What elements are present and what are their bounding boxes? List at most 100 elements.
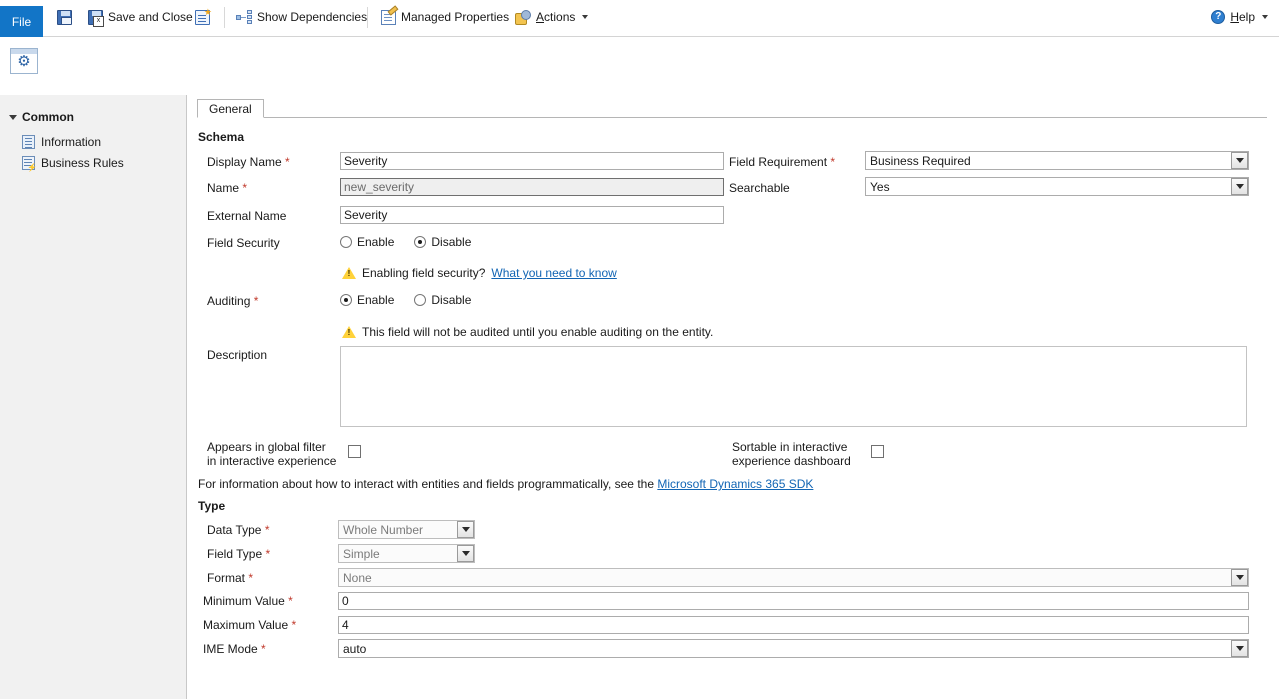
chevron-down-icon[interactable] <box>1231 152 1248 169</box>
required-asterisk: * <box>258 642 266 656</box>
chevron-down-icon[interactable] <box>1231 178 1248 195</box>
actions-menu-button[interactable]: Actions <box>512 5 591 29</box>
auditing-enable-radio[interactable]: Enable <box>340 293 394 307</box>
required-asterisk: * <box>282 155 290 169</box>
chevron-down-icon[interactable] <box>1231 640 1248 657</box>
show-dependencies-button[interactable]: Show Dependencies <box>233 5 370 29</box>
ribbon-toolbar: File Save and Close Show Dependencies Ma… <box>0 0 1279 37</box>
minimum-value-input[interactable] <box>338 592 1249 610</box>
actions-label: Actions <box>536 11 575 23</box>
managed-properties-icon <box>381 10 396 25</box>
field-security-enable-radio[interactable]: Enable <box>340 235 394 249</box>
field-security-label: Field Security <box>207 236 280 250</box>
information-icon <box>22 135 35 149</box>
file-tab[interactable]: File <box>0 6 43 37</box>
tab-label: General <box>209 102 252 116</box>
sdk-note-text: For information about how to interact wi… <box>198 477 654 491</box>
radio-dot <box>414 294 426 306</box>
maximum-value-label: Maximum Value * <box>203 618 296 632</box>
save-and-close-button[interactable]: Save and Close <box>85 5 196 29</box>
field-type-select[interactable]: Simple <box>338 544 475 563</box>
data-type-select[interactable]: Whole Number <box>338 520 475 539</box>
field-security-enable-label: Enable <box>357 235 394 249</box>
sidebar-item-label: Business Rules <box>41 156 124 170</box>
sidebar-group-common[interactable]: Common <box>9 110 74 124</box>
save-and-new-icon <box>195 10 210 25</box>
sdk-link[interactable]: Microsoft Dynamics 365 SDK <box>657 477 813 491</box>
field-security-warning: Enabling field security? What you need t… <box>342 266 617 280</box>
required-asterisk: * <box>285 594 293 608</box>
managed-properties-button[interactable]: Managed Properties <box>378 5 512 29</box>
field-security-help-link[interactable]: What you need to know <box>491 266 616 280</box>
searchable-select[interactable]: Yes <box>865 177 1249 196</box>
save-icon <box>57 10 72 25</box>
searchable-value: Yes <box>866 180 1231 194</box>
field-requirement-value: Business Required <box>866 154 1231 168</box>
radio-dot-selected <box>340 294 352 306</box>
ime-mode-select[interactable]: auto <box>338 639 1249 658</box>
chevron-down-icon[interactable] <box>457 545 474 562</box>
sidebar-group-label: Common <box>22 110 74 124</box>
sdk-note: For information about how to interact wi… <box>198 477 813 491</box>
minimum-value-label: Minimum Value * <box>203 594 293 608</box>
managed-properties-label: Managed Properties <box>401 11 509 23</box>
sortable-label: Sortable in interactive experience dashb… <box>732 440 862 468</box>
sidebar-item-business-rules[interactable]: Business Rules <box>22 153 124 172</box>
global-filter-label: Appears in global filter in interactive … <box>207 440 337 468</box>
chevron-down-icon[interactable] <box>457 521 474 538</box>
sortable-checkbox[interactable] <box>871 445 884 458</box>
description-textarea[interactable] <box>340 346 1247 427</box>
required-asterisk: * <box>262 547 270 561</box>
external-name-input[interactable] <box>340 206 724 224</box>
tab-general[interactable]: General <box>197 99 264 118</box>
auditing-enable-label: Enable <box>357 293 394 307</box>
field-security-radio-group: Enable Disable <box>340 235 471 249</box>
save-and-new-button[interactable] <box>192 5 213 29</box>
ime-mode-label: IME Mode * <box>203 642 266 656</box>
section-title-type: Type <box>198 499 225 513</box>
global-filter-checkbox[interactable] <box>348 445 361 458</box>
auditing-radio-group: Enable Disable <box>340 293 471 307</box>
field-security-disable-radio[interactable]: Disable <box>414 235 471 249</box>
field-type-label: Field Type * <box>207 547 270 561</box>
business-rules-icon <box>22 156 35 170</box>
data-type-label: Data Type * <box>207 523 270 537</box>
field-security-disable-label: Disable <box>431 235 471 249</box>
help-icon <box>1211 10 1225 24</box>
auditing-disable-radio[interactable]: Disable <box>414 293 471 307</box>
page-header: Field Severity of Ticket Working on solu… <box>0 38 1279 95</box>
data-type-value: Whole Number <box>339 523 457 537</box>
auditing-warning: This field will not be audited until you… <box>342 325 713 339</box>
warning-icon <box>342 267 356 279</box>
format-value: None <box>339 571 1231 585</box>
required-asterisk: * <box>288 618 296 632</box>
tab-strip-underline <box>197 117 1267 118</box>
required-asterisk: * <box>261 523 269 537</box>
toolbar-separator-2 <box>367 7 368 28</box>
required-asterisk: * <box>239 181 247 195</box>
field-requirement-select[interactable]: Business Required <box>865 151 1249 170</box>
auditing-warning-text: This field will not be audited until you… <box>362 325 713 339</box>
required-asterisk: * <box>245 571 253 585</box>
chevron-down-icon <box>9 115 17 120</box>
radio-dot <box>340 236 352 248</box>
chevron-down-icon <box>1262 15 1268 19</box>
sidebar-item-information[interactable]: Information <box>22 132 101 151</box>
save-and-close-icon <box>88 10 103 25</box>
sidebar: Common Information Business Rules <box>0 95 186 699</box>
chevron-down-icon <box>582 15 588 19</box>
format-label: Format * <box>207 571 253 585</box>
description-label: Description <box>207 348 267 362</box>
save-button[interactable] <box>54 5 75 29</box>
display-name-input[interactable] <box>340 152 724 170</box>
chevron-down-icon[interactable] <box>1231 569 1248 586</box>
name-input[interactable] <box>340 178 724 196</box>
external-name-label: External Name <box>207 209 286 223</box>
save-and-close-label: Save and Close <box>108 11 193 23</box>
field-type-value: Simple <box>339 547 457 561</box>
show-dependencies-label: Show Dependencies <box>257 11 367 23</box>
format-select[interactable]: None <box>338 568 1249 587</box>
maximum-value-input[interactable] <box>338 616 1249 634</box>
help-menu-button[interactable]: Help <box>1208 5 1271 29</box>
section-title-schema: Schema <box>198 130 244 144</box>
